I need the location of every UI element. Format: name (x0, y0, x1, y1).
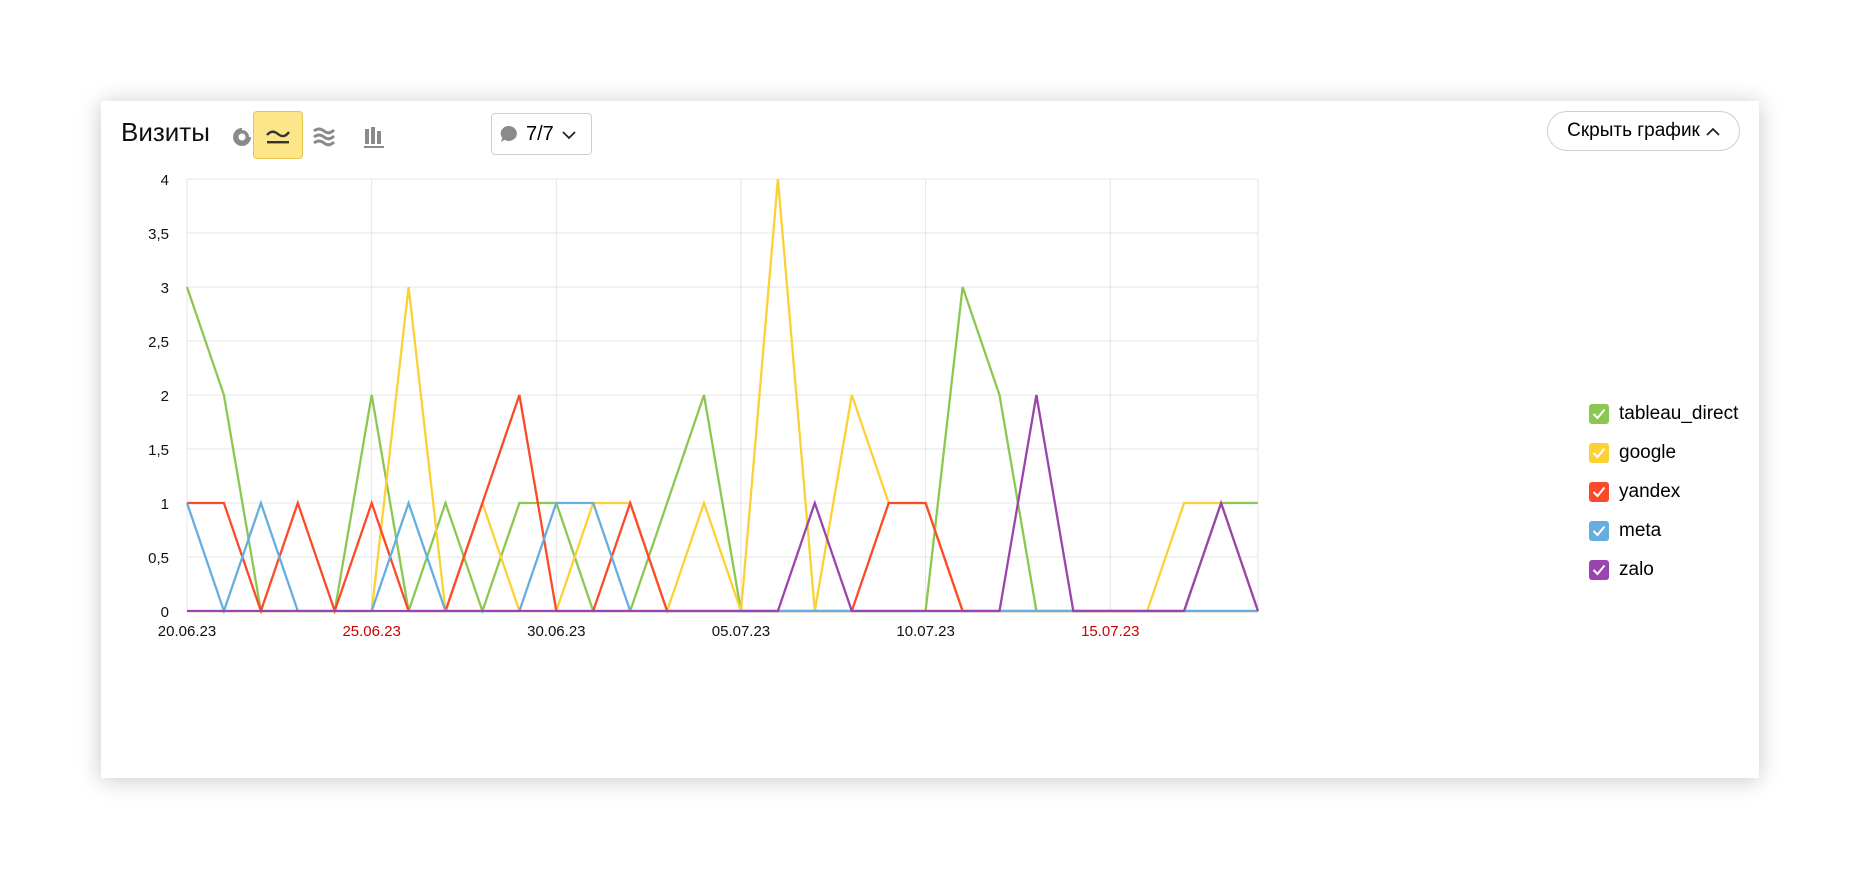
y-tick-label: 1 (161, 496, 169, 513)
x-tick-label: 20.06.23 (158, 623, 216, 640)
y-tick-label: 3 (161, 280, 169, 297)
legend-label: meta (1619, 519, 1662, 541)
legend-label: tableau_direct (1619, 402, 1739, 424)
legend-label: zalo (1619, 558, 1654, 580)
x-tick-label: 05.07.23 (712, 623, 770, 640)
y-tick-label: 1,5 (148, 442, 169, 459)
legend-item-zalo[interactable]: zalo (1589, 550, 1738, 589)
y-tick-label: 0 (161, 604, 169, 621)
legend-label: yandex (1619, 480, 1681, 502)
y-tick-label: 2 (161, 388, 169, 405)
legend-item-yandex[interactable]: yandex (1589, 472, 1738, 511)
x-tick-label: 30.06.23 (527, 623, 585, 640)
chart-legend: tableau_directgoogle yandex meta zalo (1589, 394, 1738, 589)
hide-chart-label: Скрыть график (1567, 120, 1700, 141)
checkbox-checked-icon (1589, 403, 1609, 424)
checkbox-checked-icon (1589, 520, 1609, 541)
checkbox-checked-icon (1589, 559, 1609, 580)
x-tick-label: 15.07.23 (1081, 623, 1139, 640)
x-tick-label: 10.07.23 (896, 623, 954, 640)
legend-item-google[interactable]: google (1589, 433, 1738, 472)
visits-report-card: Визиты 7/7 Скрыть график 0 0,5 1 1,5 2 2… (101, 101, 1759, 778)
y-tick-label: 0,5 (148, 550, 169, 567)
checkbox-checked-icon (1589, 481, 1609, 502)
chevron-up-icon (1700, 120, 1720, 142)
y-tick-label: 2,5 (148, 334, 169, 351)
y-tick-label: 4 (161, 172, 169, 189)
y-tick-label: 3,5 (148, 226, 169, 243)
x-tick-label: 25.06.23 (342, 623, 400, 640)
legend-item-meta[interactable]: meta (1589, 511, 1738, 550)
visits-line-chart: 0 0,5 1 1,5 2 2,5 3 3,5 4 20.06.23 25.06.23 30.06.2… (148, 172, 1260, 640)
legend-item-tableau-direct[interactable]: tableau_direct (1589, 394, 1738, 433)
checkbox-checked-icon (1589, 442, 1609, 463)
legend-label: google (1619, 441, 1677, 463)
